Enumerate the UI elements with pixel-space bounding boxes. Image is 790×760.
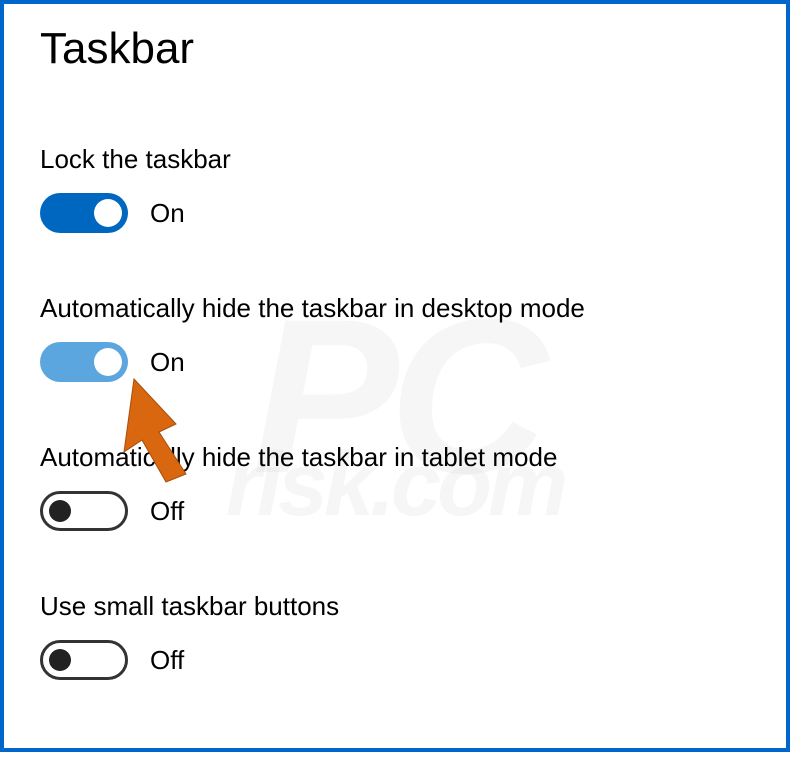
toggle-state-text: On	[150, 347, 185, 378]
setting-label: Lock the taskbar	[40, 144, 750, 175]
setting-autohide-tablet: Automatically hide the taskbar in tablet…	[40, 442, 750, 531]
toggle-knob	[94, 348, 122, 376]
toggle-lock-taskbar[interactable]	[40, 193, 128, 233]
toggle-knob	[49, 649, 71, 671]
setting-label: Automatically hide the taskbar in deskto…	[40, 293, 750, 324]
toggle-state-text: Off	[150, 645, 184, 676]
setting-label: Use small taskbar buttons	[40, 591, 750, 622]
toggle-knob	[94, 199, 122, 227]
toggle-autohide-tablet[interactable]	[40, 491, 128, 531]
page-title: Taskbar	[40, 24, 750, 74]
toggle-state-text: On	[150, 198, 185, 229]
toggle-knob	[49, 500, 71, 522]
setting-autohide-desktop: Automatically hide the taskbar in deskto…	[40, 293, 750, 382]
setting-label: Automatically hide the taskbar in tablet…	[40, 442, 750, 473]
toggle-autohide-desktop[interactable]	[40, 342, 128, 382]
toggle-state-text: Off	[150, 496, 184, 527]
setting-lock-taskbar: Lock the taskbar On	[40, 144, 750, 233]
setting-small-buttons: Use small taskbar buttons Off	[40, 591, 750, 680]
toggle-small-buttons[interactable]	[40, 640, 128, 680]
